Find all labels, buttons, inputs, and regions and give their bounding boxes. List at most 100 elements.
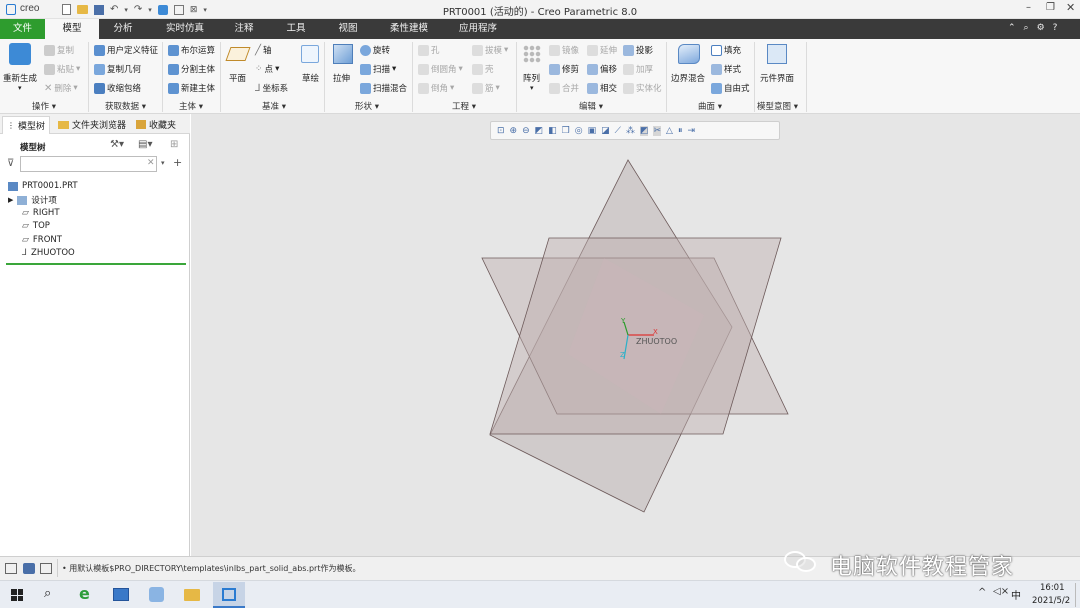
status-icon-3[interactable] xyxy=(40,563,52,574)
collapse-ribbon-icon[interactable]: ⌃ xyxy=(1008,23,1016,33)
settings-icon[interactable]: ⚙ xyxy=(1037,23,1045,33)
graphics-area[interactable]: ⊡ ⊕ ⊖ ◩ ◧ ❒ ◎ ▣ ◪ ⟋ ⁂ ◩ ✂ △ ⏸ ⇥ X Y Z ZH… xyxy=(191,114,1080,556)
tab-model[interactable]: 模型 xyxy=(45,19,99,39)
split-body-button[interactable]: 分割主体 xyxy=(168,63,215,75)
delete-button[interactable]: ✕ 删除 ▾ xyxy=(44,82,78,95)
revolve-button[interactable]: 旋转 xyxy=(360,44,390,56)
dropdown-icon[interactable]: ▾ xyxy=(530,84,534,92)
project-button[interactable]: 投影 xyxy=(623,44,653,56)
tab-analysis[interactable]: 分析 xyxy=(99,19,147,39)
new-body-button[interactable]: 新建主体 xyxy=(168,82,215,94)
boundary-blend-icon[interactable] xyxy=(678,44,700,64)
group-datum-label[interactable]: 基准 ▾ xyxy=(262,100,286,112)
search-icon[interactable]: ⌕ xyxy=(44,586,51,601)
extrude-icon[interactable] xyxy=(333,44,353,64)
system-tray-expand-icon[interactable]: ^ xyxy=(978,587,986,598)
tab-applications[interactable]: 应用程序 xyxy=(448,19,508,39)
dropdown-icon[interactable]: ▾ xyxy=(18,84,22,92)
group-model-intent-label[interactable]: 模型意图 ▾ xyxy=(757,100,798,112)
tab-flexible-modeling[interactable]: 柔性建模 xyxy=(378,19,440,39)
search-dropdown-icon[interactable]: ▾ xyxy=(161,159,165,167)
tab-tools[interactable]: 工具 xyxy=(274,19,318,39)
help-icon[interactable]: ? xyxy=(1053,23,1058,33)
thicken-button[interactable]: 加厚 xyxy=(623,63,653,75)
group-body-label[interactable]: 主体 ▾ xyxy=(179,100,203,112)
solidify-button[interactable]: 实体化 xyxy=(623,82,662,94)
tab-folder-browser[interactable]: 文件夹浏览器 xyxy=(58,118,126,131)
tree-item-top[interactable]: ▱ TOP xyxy=(22,221,50,231)
style-button[interactable]: 样式 xyxy=(711,63,741,75)
show-desktop-button[interactable] xyxy=(1075,583,1077,607)
clock-date[interactable]: 2021/5/2 xyxy=(1032,596,1070,606)
sketch-button[interactable]: 草绘 xyxy=(302,72,319,84)
sketch-icon[interactable] xyxy=(301,45,319,63)
tree-search-input[interactable] xyxy=(20,156,157,172)
clock-time[interactable]: 16:01 xyxy=(1040,583,1065,593)
tree-columns-icon[interactable]: ⊞ xyxy=(170,139,178,150)
group-editing-label[interactable]: 编辑 ▾ xyxy=(579,100,603,112)
regenerate-icon[interactable] xyxy=(9,43,31,65)
expand-arrow-icon[interactable]: ▶ xyxy=(8,196,13,204)
chamfer-button[interactable]: 倒角 ▾ xyxy=(418,82,454,94)
restore-button[interactable]: ❐ xyxy=(1046,2,1055,13)
group-get-data-label[interactable]: 获取数据 ▾ xyxy=(105,100,146,112)
group-engineering-label[interactable]: 工程 ▾ xyxy=(452,100,476,112)
udf-button[interactable]: 用户定义特征 xyxy=(94,44,158,56)
shell-button[interactable]: 壳 xyxy=(472,63,494,75)
offset-button[interactable]: 偏移 xyxy=(587,63,617,75)
boolean-button[interactable]: 布尔运算 xyxy=(168,44,215,56)
tree-item-design-items[interactable]: ▶ 设计项 xyxy=(8,194,57,206)
status-icon-1[interactable] xyxy=(5,563,17,574)
freestyle-button[interactable]: 自由式 xyxy=(711,82,750,94)
paste-button[interactable]: 粘贴 ▾ xyxy=(44,63,80,75)
axis-button[interactable]: ╱ 轴 xyxy=(255,44,272,57)
intersect-button[interactable]: 相交 xyxy=(587,82,617,94)
pattern-icon[interactable] xyxy=(523,45,541,63)
tree-item-part[interactable]: PRT0001.PRT xyxy=(8,181,78,191)
start-button[interactable] xyxy=(11,589,23,601)
group-shapes-label[interactable]: 形状 ▾ xyxy=(355,100,379,112)
mirror-button[interactable]: 镜像 xyxy=(549,44,579,56)
trim-button[interactable]: 修剪 xyxy=(549,63,579,75)
tree-item-right[interactable]: ▱ RIGHT xyxy=(22,208,60,218)
extrude-button[interactable]: 拉伸 xyxy=(333,72,350,84)
close-button[interactable]: ✕ xyxy=(1066,1,1075,14)
merge-button[interactable]: 合并 xyxy=(549,82,579,94)
tab-model-tree[interactable]: ⋮ 模型树 xyxy=(2,116,51,134)
plane-button[interactable]: 平面 xyxy=(229,72,246,84)
component-interface-icon[interactable] xyxy=(767,44,787,64)
insert-indicator[interactable] xyxy=(6,263,186,265)
tab-live-simulation[interactable]: 实时仿真 xyxy=(155,19,215,39)
minimize-button[interactable]: – xyxy=(1026,2,1031,13)
tab-annotate[interactable]: 注释 xyxy=(222,19,266,39)
volume-icon[interactable]: ◁× xyxy=(993,586,1009,597)
rib-button[interactable]: 筋 ▾ xyxy=(472,82,500,94)
paint-app-icon[interactable] xyxy=(149,587,164,602)
tab-view[interactable]: 视图 xyxy=(326,19,370,39)
creo-taskbar-button[interactable] xyxy=(213,582,245,608)
filter-icon[interactable]: ⊽ xyxy=(7,158,14,169)
group-operations-label[interactable]: 操作 ▾ xyxy=(32,100,56,112)
regenerate-button[interactable]: 重新生成 xyxy=(3,72,37,84)
copy-button[interactable]: 复制 xyxy=(44,44,74,56)
ie-browser-icon[interactable]: e xyxy=(79,584,90,603)
component-interface-button[interactable]: 元件界面 xyxy=(760,72,794,84)
file-explorer-icon[interactable] xyxy=(184,589,200,601)
tab-file[interactable]: 文件 xyxy=(0,19,45,39)
round-button[interactable]: 倒圆角 ▾ xyxy=(418,63,463,75)
tab-favorites[interactable]: 收藏夹 xyxy=(136,118,176,131)
plane-icon[interactable] xyxy=(225,47,251,61)
sweep-button[interactable]: 扫描 ▾ xyxy=(360,63,396,75)
search-icon[interactable]: ⌕ xyxy=(1024,23,1029,33)
swept-blend-button[interactable]: 扫描混合 xyxy=(360,82,407,94)
tree-item-front[interactable]: ▱ FRONT xyxy=(22,235,62,245)
ime-indicator[interactable]: 中 xyxy=(1011,587,1021,602)
tree-show-icon[interactable]: ▤▾ xyxy=(138,139,152,150)
tree-item-csys[interactable]: ⅃ ZHUOTOO xyxy=(22,248,75,258)
shrinkwrap-button[interactable]: 收缩包络 xyxy=(94,82,141,94)
boundary-blend-button[interactable]: 边界混合 xyxy=(671,72,705,84)
fill-button[interactable]: 填充 xyxy=(711,44,741,56)
add-filter-icon[interactable]: + xyxy=(173,156,182,169)
hole-button[interactable]: 孔 xyxy=(418,44,440,56)
pattern-button[interactable]: 阵列 xyxy=(523,72,540,84)
